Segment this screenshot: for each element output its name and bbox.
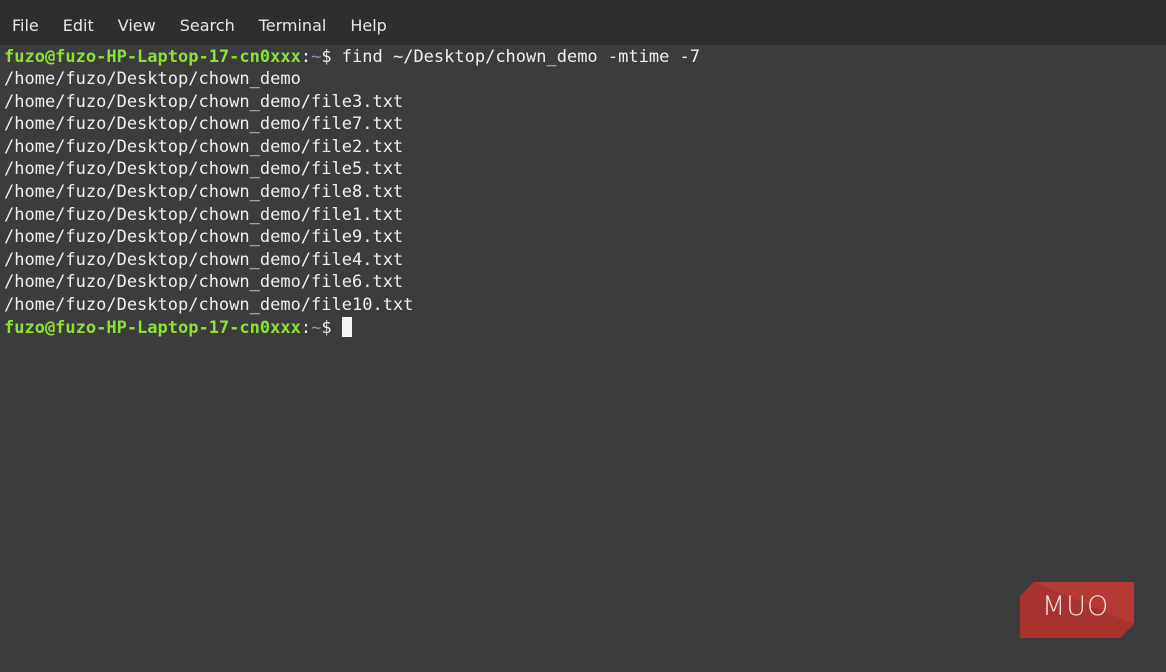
output-line: /home/fuzo/Desktop/chown_demo/file9.txt [4, 227, 404, 247]
menu-bar: File Edit View Search Terminal Help [0, 0, 1166, 45]
command-line: fuzo@fuzo-HP-Laptop-17-cn0xxx:~$ find ~/… [4, 46, 700, 68]
output-line: /home/fuzo/Desktop/chown_demo/file1.txt [4, 205, 404, 225]
output-line: /home/fuzo/Desktop/chown_demo/file8.txt [4, 182, 404, 202]
output-line: /home/fuzo/Desktop/chown_demo/file6.txt [4, 272, 404, 292]
menu-search[interactable]: Search [168, 0, 247, 45]
terminal-output-area[interactable]: fuzo@fuzo-HP-Laptop-17-cn0xxx:~$ find ~/… [0, 45, 1166, 672]
output-line: /home/fuzo/Desktop/chown_demo/file4.txt [4, 250, 404, 270]
text-cursor [341, 317, 352, 337]
prompt-user-host: fuzo@fuzo-HP-Laptop-17-cn0xxx [4, 318, 301, 338]
prompt-line: fuzo@fuzo-HP-Laptop-17-cn0xxx:~$ [4, 317, 352, 339]
prompt-separator: : [300, 318, 312, 338]
terminal-window: File Edit View Search Terminal Help fuzo… [0, 0, 1166, 672]
menu-help[interactable]: Help [338, 0, 398, 45]
output-line: /home/fuzo/Desktop/chown_demo/file10.txt [4, 295, 414, 315]
prompt-path: ~ [311, 318, 322, 338]
prompt-symbol: $ [321, 318, 332, 338]
menu-terminal[interactable]: Terminal [247, 0, 339, 45]
menu-file[interactable]: File [0, 0, 51, 45]
prompt-separator: : [300, 47, 312, 67]
prompt-symbol: $ [321, 47, 332, 67]
output-line: /home/fuzo/Desktop/chown_demo/file7.txt [4, 114, 404, 134]
menu-view[interactable]: View [106, 0, 168, 45]
output-line: /home/fuzo/Desktop/chown_demo [4, 69, 301, 89]
command-text: find ~/Desktop/chown_demo -mtime -7 [331, 47, 701, 67]
prompt-path: ~ [311, 47, 322, 67]
muo-logo-text: MUO [1042, 591, 1110, 622]
prompt-user-host: fuzo@fuzo-HP-Laptop-17-cn0xxx [4, 47, 301, 67]
output-line: /home/fuzo/Desktop/chown_demo/file3.txt [4, 92, 404, 112]
output-line: /home/fuzo/Desktop/chown_demo/file2.txt [4, 137, 404, 157]
menu-edit[interactable]: Edit [51, 0, 106, 45]
output-line: /home/fuzo/Desktop/chown_demo/file5.txt [4, 159, 404, 179]
